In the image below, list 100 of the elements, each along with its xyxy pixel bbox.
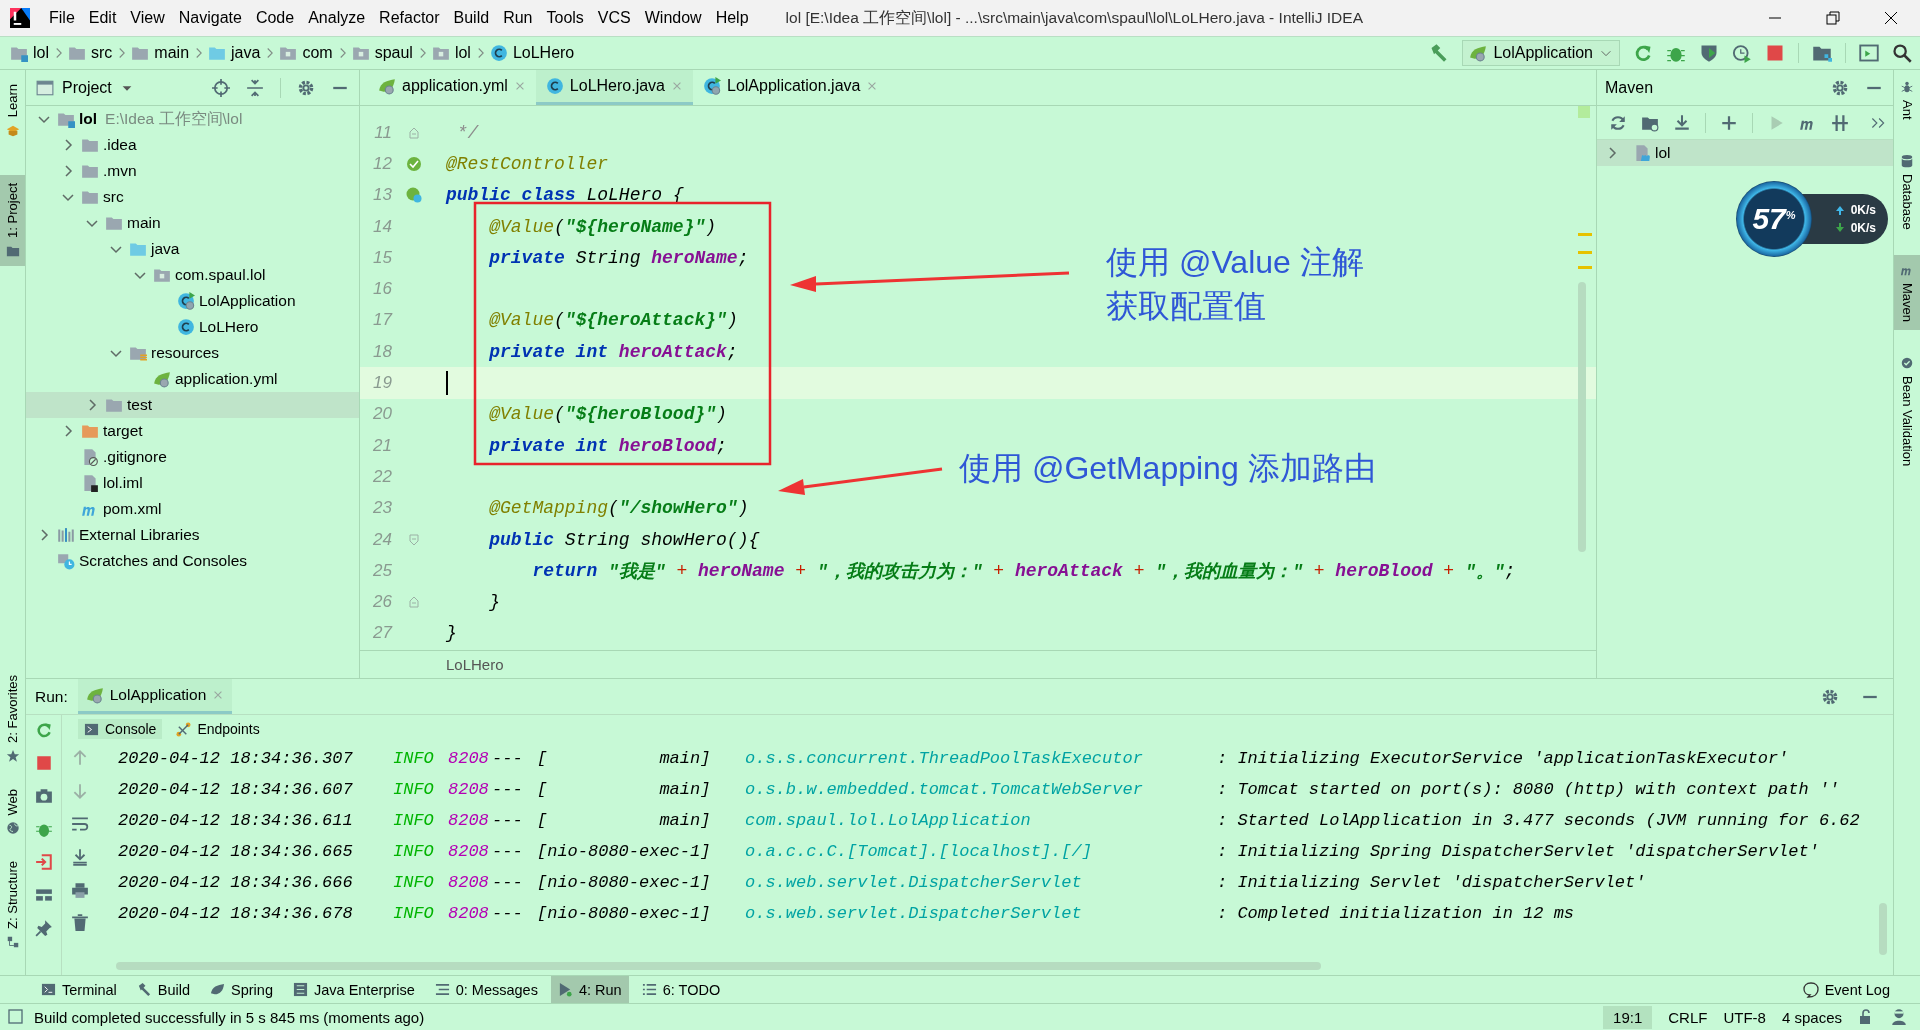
tree-item[interactable]: lol E:\Idea 工作空间\lol bbox=[26, 106, 359, 132]
menu-item[interactable]: Navigate bbox=[171, 4, 249, 32]
console-tab[interactable]: Console bbox=[78, 719, 163, 739]
tool-window-tab[interactable]: Web bbox=[0, 780, 25, 844]
close-icon[interactable] bbox=[1883, 10, 1899, 26]
tree-item[interactable]: .mvn bbox=[26, 158, 359, 184]
stop-icon[interactable] bbox=[1765, 43, 1785, 63]
editor-tab[interactable]: application.yml bbox=[368, 70, 536, 105]
add-icon[interactable] bbox=[1720, 113, 1738, 132]
menu-item[interactable]: Build bbox=[446, 4, 497, 32]
pin-icon[interactable] bbox=[34, 919, 53, 937]
rerun-icon[interactable] bbox=[1633, 43, 1653, 63]
tree-item[interactable]: resources bbox=[26, 340, 359, 366]
tool-window-button[interactable]: Build bbox=[129, 976, 198, 1003]
menu-item[interactable]: VCS bbox=[590, 4, 638, 32]
menu-item[interactable]: File bbox=[42, 4, 82, 32]
menu-item[interactable]: Code bbox=[248, 4, 302, 32]
menu-item[interactable]: Window bbox=[637, 4, 709, 32]
trash-icon[interactable] bbox=[71, 914, 89, 932]
refresh-icon[interactable] bbox=[1609, 113, 1627, 132]
breadcrumb-item[interactable]: com bbox=[279, 44, 333, 62]
editor-tab[interactable]: LolApplication.java bbox=[693, 70, 889, 105]
profiler-icon[interactable] bbox=[1732, 43, 1752, 63]
tool-window-button[interactable]: 4: Run bbox=[550, 976, 629, 1003]
tree-item[interactable]: com.spaul.lol bbox=[26, 262, 359, 288]
tree-item[interactable]: application.yml bbox=[26, 366, 359, 392]
scrollbar-thumb[interactable] bbox=[1879, 903, 1887, 955]
breadcrumb-item[interactable]: LoLHero bbox=[489, 44, 575, 62]
breadcrumb-item[interactable]: spaul bbox=[351, 44, 413, 62]
tree-item[interactable]: lol.iml bbox=[26, 470, 359, 496]
breadcrumb-item[interactable]: lol bbox=[10, 44, 49, 62]
search-icon[interactable] bbox=[1892, 43, 1912, 63]
print-icon[interactable] bbox=[71, 881, 89, 899]
caret-position[interactable]: 19:1 bbox=[1603, 1005, 1653, 1029]
inspector-icon[interactable] bbox=[1890, 1008, 1908, 1026]
tool-window-tab[interactable]: Learn bbox=[0, 76, 25, 146]
download-icon[interactable] bbox=[1673, 113, 1691, 132]
indent-setting[interactable]: 4 spaces bbox=[1781, 1008, 1842, 1026]
tree-item[interactable]: Scratches and Consoles bbox=[26, 548, 359, 574]
tool-window-tab[interactable]: Maven bbox=[1894, 255, 1920, 331]
tree-item[interactable]: main bbox=[26, 210, 359, 236]
tool-window-button[interactable]: 0: Messages bbox=[427, 976, 545, 1003]
event-log-button[interactable]: Event Log bbox=[1795, 976, 1920, 1003]
settings-icon[interactable] bbox=[1831, 78, 1849, 97]
locate-icon[interactable] bbox=[212, 78, 230, 97]
collapse-icon[interactable] bbox=[246, 78, 264, 97]
wrap-icon[interactable] bbox=[71, 815, 89, 833]
menu-item[interactable]: Edit bbox=[81, 4, 124, 32]
settings-icon[interactable] bbox=[1821, 687, 1839, 706]
tool-window-button[interactable]: Spring bbox=[203, 976, 280, 1003]
panel-title-dropdown[interactable]: Project bbox=[36, 78, 134, 97]
editor-tab[interactable]: LoLHero.java bbox=[535, 70, 693, 105]
exit-icon[interactable] bbox=[34, 853, 53, 871]
breadcrumb-item[interactable]: main bbox=[131, 44, 190, 62]
panel-toggle-icon[interactable] bbox=[8, 1009, 24, 1025]
tree-item[interactable]: LoLHero bbox=[26, 314, 359, 340]
menu-item[interactable]: Refactor bbox=[372, 4, 447, 32]
menu-item[interactable]: Tools bbox=[539, 4, 591, 32]
tree-item[interactable]: .idea bbox=[26, 132, 359, 158]
console-tab[interactable]: Endpoints bbox=[170, 719, 266, 739]
tool-window-tab[interactable]: Database bbox=[1894, 145, 1920, 238]
tool-window-button[interactable]: Java Enterprise bbox=[285, 976, 422, 1003]
menu-item[interactable]: Run bbox=[496, 4, 540, 32]
layout-icon[interactable] bbox=[34, 886, 53, 904]
line-separator[interactable]: CRLF bbox=[1668, 1008, 1708, 1026]
run-tab[interactable]: LolApplication bbox=[77, 679, 233, 714]
breadcrumb-item[interactable]: LoLHero bbox=[446, 656, 504, 673]
tree-item[interactable]: .gitignore bbox=[26, 444, 359, 470]
menu-item[interactable]: Analyze bbox=[301, 4, 373, 32]
tree-item[interactable]: External Libraries bbox=[26, 522, 359, 548]
tree-item[interactable]: test bbox=[26, 392, 359, 418]
toggle-offline-icon[interactable] bbox=[1831, 113, 1849, 132]
tool-window-tab[interactable]: Ant bbox=[1894, 72, 1920, 128]
tool-window-button[interactable]: 6: TODO bbox=[634, 976, 728, 1003]
breadcrumb-item[interactable]: lol bbox=[431, 44, 471, 62]
shield-icon[interactable] bbox=[1699, 43, 1719, 63]
tree-item[interactable]: pom.xml bbox=[26, 496, 359, 522]
settings-icon[interactable] bbox=[297, 78, 315, 97]
tool-window-tab[interactable]: 2: Favorites bbox=[0, 666, 25, 771]
tree-item[interactable]: LolApplication bbox=[26, 288, 359, 314]
stop-icon[interactable] bbox=[34, 754, 53, 772]
breadcrumb-item[interactable]: src bbox=[68, 44, 113, 62]
tool-window-tab[interactable]: Z: Structure bbox=[0, 853, 25, 957]
restore-icon[interactable] bbox=[1825, 10, 1841, 26]
tool-window-tab[interactable]: Bean Validation bbox=[1894, 348, 1920, 475]
tree-item[interactable]: src bbox=[26, 184, 359, 210]
file-encoding[interactable]: UTF-8 bbox=[1723, 1008, 1766, 1026]
menu-item[interactable]: Help bbox=[708, 4, 756, 32]
scroll-to-end-icon[interactable] bbox=[71, 848, 89, 866]
tree-item[interactable]: java bbox=[26, 236, 359, 262]
tool-window-tab[interactable]: 1: Project bbox=[0, 175, 25, 267]
tree-item[interactable]: target bbox=[26, 418, 359, 444]
scrollbar-thumb[interactable] bbox=[116, 962, 1321, 970]
camera-icon[interactable] bbox=[34, 787, 53, 805]
scrollbar-thumb[interactable] bbox=[1578, 282, 1586, 552]
terminal-window-icon[interactable] bbox=[1859, 43, 1879, 63]
run-configuration-dropdown[interactable]: LolApplication bbox=[1462, 40, 1620, 66]
tool-window-button[interactable]: Terminal bbox=[34, 976, 124, 1003]
breadcrumb-item[interactable]: java bbox=[208, 44, 261, 62]
menu-item[interactable]: View bbox=[123, 4, 172, 32]
